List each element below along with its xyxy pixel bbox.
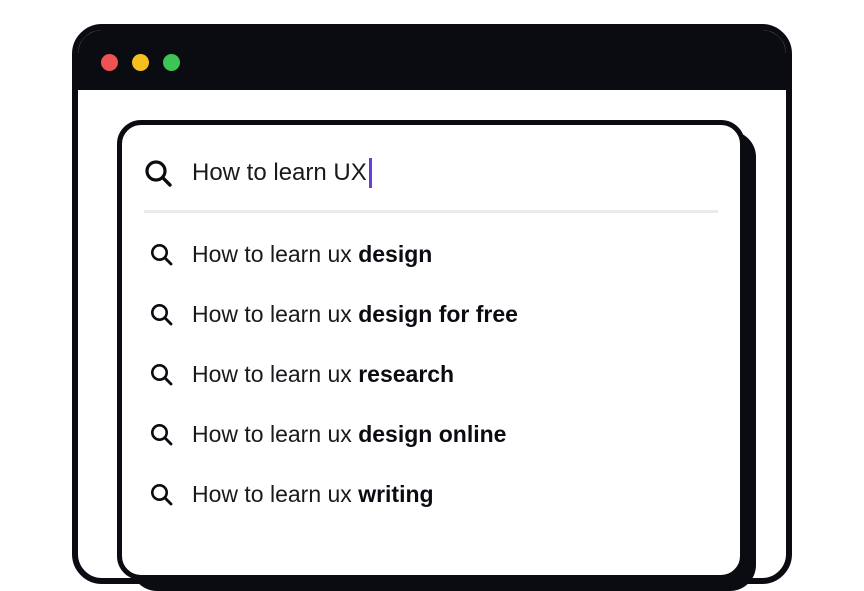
search-icon — [149, 482, 175, 508]
search-icon — [143, 158, 175, 190]
suggestion-prefix: How to learn ux — [192, 421, 359, 447]
search-icon — [149, 242, 175, 268]
search-input[interactable]: How to learn UX — [122, 125, 740, 215]
suggestion-prefix: How to learn ux — [192, 301, 359, 327]
suggestion-item[interactable]: How to learn ux writing — [122, 465, 740, 525]
suggestion-text: How to learn ux design online — [192, 419, 506, 449]
suggestion-text: How to learn ux design — [192, 239, 432, 269]
minimize-window-button[interactable] — [132, 54, 149, 71]
suggestion-item[interactable]: How to learn ux design — [122, 225, 740, 285]
window-titlebar — [78, 30, 786, 90]
maximize-window-button[interactable] — [163, 54, 180, 71]
suggestion-prefix: How to learn ux — [192, 481, 359, 507]
suggestion-completion: writing — [358, 481, 434, 507]
search-icon — [149, 302, 175, 328]
search-icon — [149, 422, 175, 448]
suggestion-completion: design online — [358, 421, 507, 447]
text-caret — [368, 158, 372, 188]
divider — [144, 210, 718, 213]
suggestion-text: How to learn ux research — [192, 359, 454, 389]
search-query-text: How to learn UX — [192, 159, 367, 186]
suggestion-text: How to learn ux writing — [192, 479, 434, 509]
suggestion-prefix: How to learn ux — [192, 361, 359, 387]
suggestion-list: How to learn ux design How to learn ux d… — [122, 225, 740, 525]
search-box: How to learn UX How to learn ux design H… — [117, 120, 745, 580]
suggestion-prefix: How to learn ux — [192, 241, 359, 267]
suggestion-item[interactable]: How to learn ux research — [122, 345, 740, 405]
suggestion-completion: design for free — [358, 301, 518, 327]
suggestion-item[interactable]: How to learn ux design for free — [122, 285, 740, 345]
suggestion-text: How to learn ux design for free — [192, 299, 518, 329]
search-icon — [149, 362, 175, 388]
suggestion-completion: research — [358, 361, 455, 387]
suggestion-completion: design — [358, 241, 433, 267]
close-window-button[interactable] — [101, 54, 118, 71]
suggestion-item[interactable]: How to learn ux design online — [122, 405, 740, 465]
